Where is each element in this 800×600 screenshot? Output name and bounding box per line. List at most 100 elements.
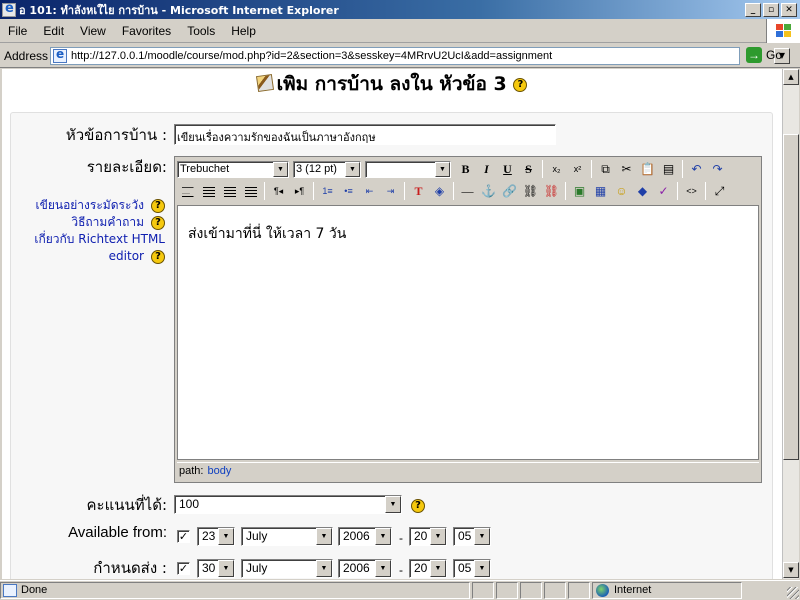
format-select[interactable]: ▼ bbox=[365, 160, 451, 178]
link-icon[interactable]: 🔗 bbox=[499, 181, 520, 201]
subscript-icon[interactable]: x₂ bbox=[546, 159, 567, 179]
toolbar-separator bbox=[313, 182, 314, 200]
redo-icon[interactable]: ↷ bbox=[707, 159, 728, 179]
available-day-arrow[interactable]: ▼ bbox=[218, 528, 234, 545]
copy-icon[interactable]: ⧉ bbox=[595, 159, 616, 179]
justify-icon[interactable] bbox=[240, 181, 261, 201]
highlight-color-icon[interactable]: ◈ bbox=[429, 181, 450, 201]
scroll-up-button[interactable]: ▲ bbox=[783, 69, 799, 85]
rtl-icon[interactable]: ▸¶ bbox=[289, 181, 310, 201]
align-center-icon[interactable] bbox=[198, 181, 219, 201]
indent-icon[interactable]: ⇥ bbox=[380, 181, 401, 201]
scroll-thumb[interactable] bbox=[783, 134, 799, 460]
due-minute-select[interactable]: 05 ▼ bbox=[453, 559, 491, 578]
due-year-arrow[interactable]: ▼ bbox=[375, 560, 391, 577]
go-button[interactable]: → Go bbox=[746, 47, 782, 63]
editor-content-area[interactable]: ส่งเข้ามาที่นี่ ให้เวลา 7 วัน bbox=[177, 205, 759, 460]
due-day-arrow[interactable]: ▼ bbox=[218, 560, 234, 577]
help-link-editor[interactable]: editor bbox=[109, 248, 144, 265]
size-select[interactable]: 3 (12 pt) ▼ bbox=[293, 160, 361, 178]
size-select-arrow[interactable]: ▼ bbox=[345, 161, 360, 177]
available-year-select[interactable]: 2006 ▼ bbox=[338, 527, 392, 546]
fullscreen-icon[interactable]: ⤢ bbox=[709, 181, 730, 201]
due-month-select[interactable]: July ▼ bbox=[241, 559, 333, 578]
ordered-list-icon[interactable]: 1≡ bbox=[317, 181, 338, 201]
help-link-write-carefully[interactable]: เขียนอย่างระมัดระวัง bbox=[36, 197, 144, 214]
vertical-scrollbar[interactable]: ▲ ▼ bbox=[782, 69, 799, 579]
format-select-arrow[interactable]: ▼ bbox=[435, 161, 450, 177]
cut-icon[interactable]: ✂ bbox=[616, 159, 637, 179]
due-hour-arrow[interactable]: ▼ bbox=[430, 560, 446, 577]
menu-edit[interactable]: Edit bbox=[35, 24, 72, 38]
unlink-icon[interactable]: ⛓ bbox=[520, 181, 541, 201]
minimize-button[interactable]: _ bbox=[745, 2, 761, 17]
horizontal-rule-icon[interactable]: — bbox=[457, 181, 478, 201]
address-url[interactable]: http://127.0.0.1/moodle/course/mod.php?i… bbox=[71, 50, 739, 62]
resize-grip[interactable] bbox=[787, 587, 799, 599]
paste-icon[interactable]: 📋 bbox=[637, 159, 658, 179]
available-minute-arrow[interactable]: ▼ bbox=[474, 528, 490, 545]
help-icon-write[interactable]: ? bbox=[151, 198, 165, 213]
help-icon-editor[interactable]: ? bbox=[151, 249, 165, 264]
available-hour-select[interactable]: 20 ▼ bbox=[409, 527, 447, 546]
strikethrough-icon[interactable]: S bbox=[518, 159, 539, 179]
undo-icon[interactable]: ↶ bbox=[686, 159, 707, 179]
available-minute-select[interactable]: 05 ▼ bbox=[453, 527, 491, 546]
available-enable-checkbox[interactable]: ✓ bbox=[177, 530, 190, 543]
menu-file[interactable]: File bbox=[0, 24, 35, 38]
underline-icon[interactable]: U bbox=[497, 159, 518, 179]
due-enable-checkbox[interactable]: ✓ bbox=[177, 562, 190, 575]
available-year-arrow[interactable]: ▼ bbox=[375, 528, 391, 545]
insert-table-icon[interactable]: ▦ bbox=[590, 181, 611, 201]
due-day-select[interactable]: 30 ▼ bbox=[197, 559, 235, 578]
ie-app-icon[interactable] bbox=[2, 1, 16, 17]
path-body-link[interactable]: body bbox=[207, 465, 231, 477]
path-label: path: bbox=[179, 465, 204, 477]
ltr-icon[interactable]: ¶◂ bbox=[268, 181, 289, 201]
clean-word-icon[interactable]: ▤ bbox=[658, 159, 679, 179]
bold-icon[interactable]: B bbox=[455, 159, 476, 179]
unordered-list-icon[interactable]: •≡ bbox=[338, 181, 359, 201]
smiley-icon[interactable]: ☺ bbox=[611, 181, 632, 201]
toolbar-separator bbox=[542, 160, 543, 178]
due-hour-select[interactable]: 20 ▼ bbox=[409, 559, 447, 578]
special-char-icon[interactable]: ◆ bbox=[632, 181, 653, 201]
address-input[interactable]: http://127.0.0.1/moodle/course/mod.php?i… bbox=[50, 47, 790, 65]
outdent-icon[interactable]: ⇤ bbox=[359, 181, 380, 201]
nolink-icon[interactable]: ⛓ bbox=[541, 181, 562, 201]
help-icon-questions[interactable]: ? bbox=[151, 215, 165, 230]
due-year-select[interactable]: 2006 ▼ bbox=[338, 559, 392, 578]
due-month-arrow[interactable]: ▼ bbox=[316, 560, 332, 577]
grade-select-arrow[interactable]: ▼ bbox=[385, 496, 401, 513]
menu-view[interactable]: View bbox=[72, 24, 114, 38]
close-button[interactable]: ✕ bbox=[781, 2, 797, 17]
grade-help-icon[interactable]: ? bbox=[411, 499, 425, 513]
help-link-ask-questions[interactable]: วิธีถามคำถาม bbox=[71, 214, 144, 231]
heading-help-icon[interactable]: ? bbox=[513, 77, 528, 92]
align-right-icon[interactable] bbox=[219, 181, 240, 201]
available-time-separator: - bbox=[399, 531, 403, 545]
superscript-icon[interactable]: x² bbox=[567, 159, 588, 179]
menu-help[interactable]: Help bbox=[223, 24, 264, 38]
due-minute-arrow[interactable]: ▼ bbox=[474, 560, 490, 577]
maximize-button[interactable]: ▫ bbox=[763, 2, 779, 17]
assignment-name-input[interactable]: เขียนเรื่องความรักของฉันเป็นภาษาอังกฤษ bbox=[174, 124, 556, 145]
help-link-richtext[interactable]: เกี่ยวกับ Richtext HTML bbox=[34, 231, 165, 248]
available-day-select[interactable]: 23 ▼ bbox=[197, 527, 235, 546]
menu-tools[interactable]: Tools bbox=[179, 24, 223, 38]
available-hour-arrow[interactable]: ▼ bbox=[430, 528, 446, 545]
html-source-icon[interactable]: <> bbox=[681, 181, 702, 201]
available-month-select[interactable]: July ▼ bbox=[241, 527, 333, 546]
font-select-arrow[interactable]: ▼ bbox=[273, 161, 288, 177]
menu-favorites[interactable]: Favorites bbox=[114, 24, 179, 38]
spellcheck-icon[interactable]: ✓ bbox=[653, 181, 674, 201]
text-color-icon[interactable]: T bbox=[408, 181, 429, 201]
scroll-down-button[interactable]: ▼ bbox=[783, 562, 799, 578]
available-month-arrow[interactable]: ▼ bbox=[316, 528, 332, 545]
grade-select[interactable]: 100 ▼ bbox=[174, 495, 402, 514]
align-left-icon[interactable] bbox=[177, 181, 198, 201]
font-select[interactable]: Trebuchet ▼ bbox=[177, 160, 289, 178]
anchor-icon[interactable]: ⚓ bbox=[478, 181, 499, 201]
insert-image-icon[interactable]: ▣ bbox=[569, 181, 590, 201]
italic-icon[interactable]: I bbox=[476, 159, 497, 179]
